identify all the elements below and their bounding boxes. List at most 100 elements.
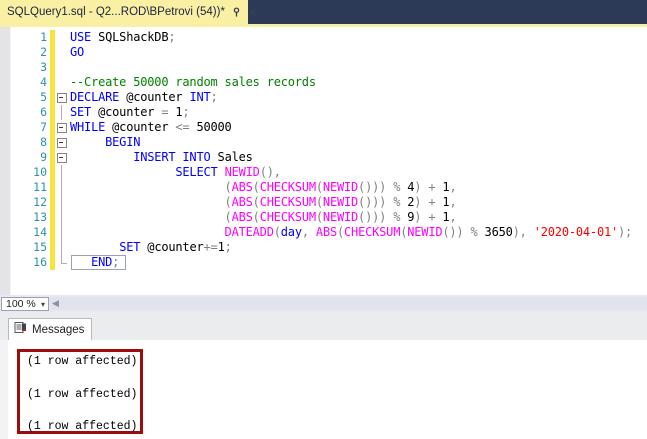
message-line: (1 row affected) — [27, 387, 138, 401]
collapse-toggle-icon[interactable] — [55, 135, 70, 150]
code-text[interactable]: --Create 50000 random sales records — [70, 75, 316, 90]
token-pl: SQLShackDB — [91, 30, 169, 44]
code-text[interactable]: SET @counter+=1; — [70, 240, 232, 255]
scroll-left-icon[interactable]: ◀ — [52, 297, 59, 310]
tab-title: SQLQuery1.sql - Q2...ROD\BPetrovi (54))* — [7, 6, 225, 18]
token-kw: BEGIN — [105, 135, 141, 149]
token-kw: GO — [70, 45, 85, 59]
outline-margin — [55, 45, 70, 60]
token-pl: 9 — [400, 210, 415, 224]
token-fn: NEWID — [224, 165, 260, 179]
code-text[interactable]: SELECT NEWID(), — [70, 165, 281, 180]
token-pl: 1 — [168, 105, 183, 119]
code-text[interactable]: (ABS(CHECKSUM(NEWID())) % 2) + 1, — [70, 195, 457, 210]
code-text[interactable]: BEGIN — [70, 135, 140, 150]
token-op: ; — [182, 105, 190, 119]
code-text[interactable]: (ABS(CHECKSUM(NEWID())) % 9) + 1, — [70, 210, 457, 225]
code-line[interactable]: 11 (ABS(CHECKSUM(NEWID())) % 4) + 1, — [10, 180, 647, 195]
line-number[interactable]: 11 — [10, 180, 50, 195]
outline-margin — [55, 30, 70, 45]
code-line[interactable]: 4 --Create 50000 random sales records — [10, 75, 647, 90]
token-fn: NEWID — [322, 210, 359, 224]
code-text[interactable]: GO — [70, 45, 84, 60]
token-op: , — [301, 225, 309, 239]
close-icon[interactable] — [248, 5, 257, 19]
token-kw: INSERT INTO — [133, 150, 211, 164]
results-pane: Messages (1 row affected) (1 row affected… — [0, 312, 647, 439]
code-line[interactable]: 3 — [10, 60, 647, 75]
document-tab-bar: SQLQuery1.sql - Q2...ROD\BPetrovi (54))* — [0, 0, 647, 24]
line-number[interactable]: 16 — [10, 255, 50, 270]
line-number[interactable]: 4 — [10, 75, 50, 90]
code-line[interactable]: 6 SET @counter = 1; — [10, 105, 647, 120]
token-fn: CHECKSUM — [259, 195, 316, 209]
zoom-dropdown[interactable]: 100 % ▾ — [1, 297, 49, 311]
line-number[interactable]: 13 — [10, 210, 50, 225]
outline-margin — [55, 255, 70, 270]
line-number[interactable]: 3 — [10, 60, 50, 75]
code-line[interactable]: 2 GO — [10, 45, 647, 60]
messages-content[interactable]: (1 row affected) (1 row affected) (1 row a… — [0, 340, 647, 439]
code-line[interactable]: 9 INSERT INTO Sales — [10, 150, 647, 165]
line-number[interactable]: 8 — [10, 135, 50, 150]
token-op: ( — [336, 225, 345, 239]
sql-editor[interactable]: 1 USE SQLShackDB; 2 GO 3 4 --Create 50000 rand… — [0, 27, 647, 295]
messages-margin — [0, 340, 8, 439]
code-text[interactable]: SET @counter = 1; — [70, 105, 190, 120]
code-line[interactable]: 13 (ABS(CHECKSUM(NEWID())) % 9) + 1, — [10, 210, 647, 225]
code-text[interactable]: USE SQLShackDB; — [70, 30, 176, 45]
pin-icon[interactable] — [231, 5, 242, 19]
collapse-toggle-icon[interactable] — [55, 90, 70, 105]
token-kw: day — [280, 225, 302, 239]
tab-messages[interactable]: Messages — [8, 318, 92, 340]
token-pl: @counter — [91, 105, 162, 119]
line-number[interactable]: 6 — [10, 105, 50, 120]
line-number[interactable]: 10 — [10, 165, 50, 180]
token-op: ; — [224, 240, 232, 254]
token-fn: ABS — [231, 180, 253, 194]
code-text[interactable]: (ABS(CHECKSUM(NEWID())) % 4) + 1, — [70, 180, 457, 195]
line-number[interactable]: 2 — [10, 45, 50, 60]
token-st: '2020-04-01' — [533, 225, 619, 239]
code-text[interactable]: DATEADD(day, ABS(CHECKSUM(NEWID()) % 365… — [70, 225, 633, 240]
token-pl: 3650 — [477, 225, 513, 239]
collapse-toggle-icon[interactable] — [55, 120, 70, 135]
token-op: (), — [259, 165, 281, 179]
collapse-toggle-icon[interactable] — [55, 150, 70, 165]
line-number[interactable]: 14 — [10, 225, 50, 240]
tab-sqlquery1[interactable]: SQLQuery1.sql - Q2...ROD\BPetrovi (54))* — [0, 0, 257, 24]
line-number[interactable]: 7 — [10, 120, 50, 135]
code-line[interactable]: 7 WHILE @counter <= 50000 — [10, 120, 647, 135]
code-line[interactable]: 16 END; — [10, 255, 647, 270]
token-pl: @counter — [119, 90, 190, 104]
code-text[interactable]: INSERT INTO Sales — [70, 150, 253, 165]
token-op: ( — [315, 180, 323, 194]
code-line[interactable]: 12 (ABS(CHECKSUM(NEWID())) % 2) + 1, — [10, 195, 647, 210]
code-line[interactable]: 10 SELECT NEWID(), — [10, 165, 647, 180]
ssms-window: SQLQuery1.sql - Q2...ROD\BPetrovi (54))*… — [0, 0, 647, 439]
code-line[interactable]: 1 USE SQLShackDB; — [10, 30, 647, 45]
horizontal-scrollbar[interactable]: ◀ — [50, 297, 647, 310]
code-line[interactable]: 5 DECLARE @counter INT; — [10, 90, 647, 105]
line-number[interactable]: 1 — [10, 30, 50, 45]
token-op: ); — [618, 225, 633, 239]
code-line[interactable]: 8 BEGIN — [10, 135, 647, 150]
line-number[interactable]: 5 — [10, 90, 50, 105]
token-fn: CHECKSUM — [259, 210, 316, 224]
code-text[interactable]: WHILE @counter <= 50000 — [70, 120, 232, 135]
line-number[interactable]: 15 — [10, 240, 50, 255]
line-number[interactable]: 9 — [10, 150, 50, 165]
token-op: ( — [273, 225, 281, 239]
token-op: ( — [224, 210, 232, 224]
code-text[interactable]: DECLARE @counter INT; — [70, 90, 218, 105]
code-line[interactable]: 14 DATEADD(day, ABS(CHECKSUM(NEWID()) % … — [10, 225, 647, 240]
token-pl: 1 — [435, 180, 450, 194]
token-op: ( — [315, 195, 323, 209]
line-number[interactable]: 12 — [10, 195, 50, 210]
code-text[interactable]: END; — [70, 255, 126, 270]
token-op: ; — [210, 90, 218, 104]
code-line[interactable]: 15 SET @counter+=1; — [10, 240, 647, 255]
